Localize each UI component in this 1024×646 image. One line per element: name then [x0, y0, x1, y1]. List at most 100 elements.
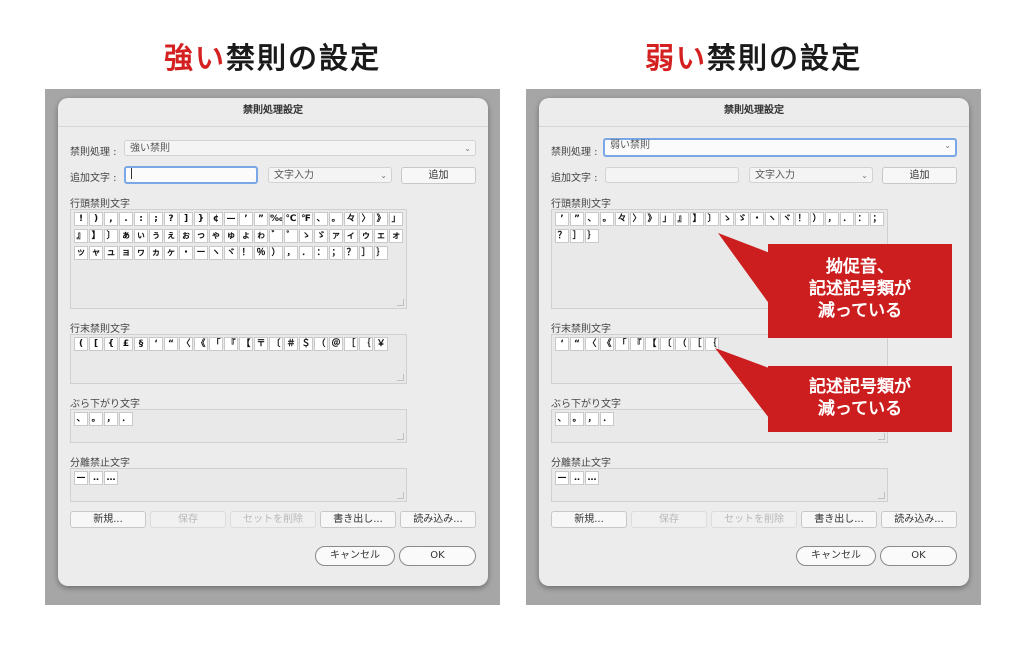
add-button[interactable]: 追加 [401, 167, 476, 184]
add-char-input[interactable] [605, 167, 739, 183]
char-cell[interactable]: ！ [239, 246, 253, 260]
char-cell[interactable]: ． [840, 212, 854, 226]
char-cell[interactable]: ぁ [119, 229, 133, 243]
char-cell[interactable]: ¢ [209, 212, 223, 226]
kinsoku-select[interactable]: 弱い禁則 ⌄ [603, 138, 957, 157]
char-cell[interactable]: ℉ [299, 212, 313, 226]
char-cell[interactable]: … [585, 471, 599, 485]
char-cell[interactable]: ； [870, 212, 884, 226]
char-cell[interactable]: 々 [344, 212, 358, 226]
char-cell[interactable]: ) [89, 212, 103, 226]
char-cell[interactable]: 〈 [179, 337, 193, 351]
char-cell[interactable]: 、 [314, 212, 328, 226]
char-cell[interactable]: ゝ [720, 212, 734, 226]
char-cell[interactable]: 【 [239, 337, 253, 351]
char-cell[interactable]: ヶ [164, 246, 178, 260]
char-cell[interactable]: § [134, 337, 148, 351]
char-cell[interactable]: 〒 [254, 337, 268, 351]
char-cell[interactable]: ， [825, 212, 839, 226]
char-cell[interactable]: 】 [690, 212, 704, 226]
char-cell[interactable]: ｛ [359, 337, 373, 351]
save-button[interactable]: 保存 [631, 511, 707, 528]
char-cell[interactable]: 」 [660, 212, 674, 226]
char-cell[interactable]: ［ [690, 337, 704, 351]
char-cell[interactable]: ぉ [179, 229, 193, 243]
char-cell[interactable]: : [134, 212, 148, 226]
char-cell[interactable]: ％ [254, 246, 268, 260]
char-cell[interactable]: ： [855, 212, 869, 226]
char-cell[interactable]: ヾ [780, 212, 794, 226]
char-cell[interactable]: 》 [374, 212, 388, 226]
char-cell[interactable]: ？ [555, 229, 569, 243]
char-cell[interactable]: ゜ [284, 229, 298, 243]
import-button[interactable]: 読み込み... [881, 511, 957, 528]
ok-button[interactable]: OK [880, 546, 957, 566]
char-cell[interactable]: ョ [119, 246, 133, 260]
char-cell[interactable]: 〉 [359, 212, 373, 226]
char-cell[interactable]: 『 [630, 337, 644, 351]
char-cell[interactable]: 《 [600, 337, 614, 351]
char-cell[interactable]: ℃ [284, 212, 298, 226]
char-cell[interactable]: ェ [374, 229, 388, 243]
input-mode-select[interactable]: 文字入力 ⌄ [268, 167, 392, 183]
char-cell[interactable]: . [119, 212, 133, 226]
char-cell[interactable]: ; [149, 212, 163, 226]
char-cell[interactable]: ィ [344, 229, 358, 243]
char-cell[interactable]: ； [329, 246, 343, 260]
char-cell[interactable]: ゃ [209, 229, 223, 243]
char-cell[interactable]: ぅ [149, 229, 163, 243]
char-cell[interactable]: ・ [750, 212, 764, 226]
char-cell[interactable]: ぇ [164, 229, 178, 243]
char-cell[interactable]: “ [570, 337, 584, 351]
char-cell[interactable]: ． [600, 412, 614, 426]
char-cell[interactable]: 』 [74, 229, 88, 243]
cancel-button[interactable]: キャンセル [796, 546, 876, 566]
char-cell[interactable]: ｝ [374, 246, 388, 260]
char-cell[interactable]: 【 [645, 337, 659, 351]
char-cell[interactable]: っ [194, 229, 208, 243]
char-cell[interactable]: 〔 [660, 337, 674, 351]
cancel-button[interactable]: キャンセル [315, 546, 395, 566]
save-button[interactable]: 保存 [150, 511, 226, 528]
char-cell[interactable]: 〉 [630, 212, 644, 226]
char-cell[interactable]: 。 [89, 412, 103, 426]
char-cell[interactable]: — [555, 471, 569, 485]
kinsoku-select[interactable]: 強い禁則 ⌄ [124, 140, 476, 156]
char-cell[interactable]: 〈 [585, 337, 599, 351]
char-cell[interactable]: ” [254, 212, 268, 226]
char-cell[interactable]: 、 [555, 412, 569, 426]
char-cell[interactable]: ぃ [134, 229, 148, 243]
char-cell[interactable]: 】 [89, 229, 103, 243]
char-cell[interactable]: ] [179, 212, 193, 226]
char-cell[interactable]: 々 [615, 212, 629, 226]
char-cell[interactable]: … [104, 471, 118, 485]
char-cell[interactable]: ． [119, 412, 133, 426]
export-button[interactable]: 書き出し... [801, 511, 877, 528]
char-cell[interactable]: ッ [74, 246, 88, 260]
char-cell[interactable]: { [104, 337, 118, 351]
char-cell[interactable]: （ [314, 337, 328, 351]
char-cell[interactable]: ヮ [134, 246, 148, 260]
add-button[interactable]: 追加 [882, 167, 957, 184]
char-cell[interactable]: , [104, 212, 118, 226]
char-cell[interactable]: ‥ [89, 471, 103, 485]
export-button[interactable]: 書き出し... [320, 511, 396, 528]
char-cell[interactable]: ? [164, 212, 178, 226]
char-cell[interactable]: ょ [239, 229, 253, 243]
char-cell[interactable]: ： [314, 246, 328, 260]
char-cell[interactable]: ゞ [314, 229, 328, 243]
char-cell[interactable]: ］ [570, 229, 584, 243]
char-cell[interactable]: ？ [344, 246, 358, 260]
char-cell[interactable]: ゝ [299, 229, 313, 243]
char-cell[interactable]: 〕 [104, 229, 118, 243]
char-cell[interactable]: 。 [329, 212, 343, 226]
ok-button[interactable]: OK [399, 546, 476, 566]
char-cell[interactable]: ｝ [585, 229, 599, 243]
char-cell[interactable]: 。 [600, 212, 614, 226]
char-cell[interactable]: ， [585, 412, 599, 426]
char-cell[interactable]: ( [74, 337, 88, 351]
char-cell[interactable]: ‰ [269, 212, 283, 226]
char-cell[interactable]: 〕 [705, 212, 719, 226]
char-cell[interactable]: — [224, 212, 238, 226]
char-cell[interactable]: 『 [224, 337, 238, 351]
